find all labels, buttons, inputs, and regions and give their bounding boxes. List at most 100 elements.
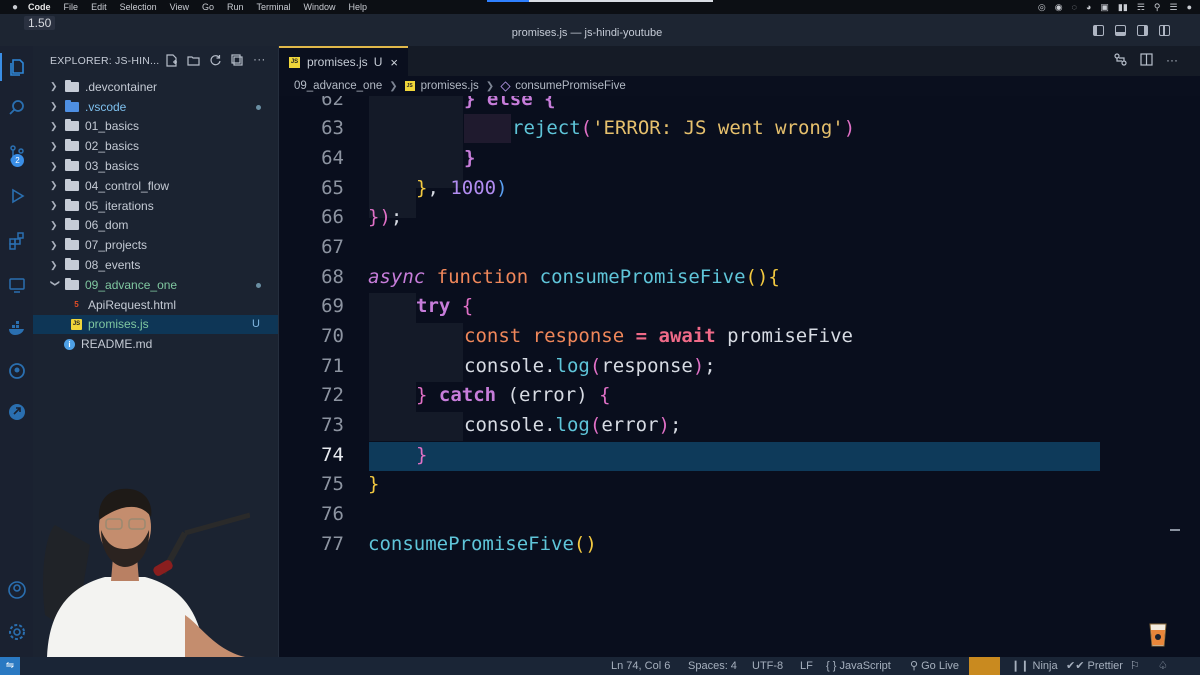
- tree-folder-08-events[interactable]: ❯ 08_events: [33, 255, 278, 275]
- menu-edit[interactable]: Edit: [91, 2, 107, 12]
- github-icon[interactable]: [0, 357, 33, 385]
- bell-icon[interactable]: ♤: [1158, 657, 1168, 675]
- breadcrumb: 09_advance_one ❯ JS promises.js ❯ consum…: [279, 76, 1200, 96]
- settings-gear-icon[interactable]: [0, 618, 33, 646]
- indent-guide: [416, 323, 463, 382]
- status-go-live[interactable]: ⚲ Go Live: [910, 657, 959, 675]
- tree-file-promises-js[interactable]: JS promises.js U: [33, 314, 278, 335]
- close-icon[interactable]: ×: [390, 55, 398, 70]
- menubar-icon[interactable]: ▣: [1100, 2, 1109, 13]
- code-line-75: }: [368, 473, 380, 495]
- breadcrumb-symbol[interactable]: consumePromiseFive: [515, 80, 626, 92]
- tree-file-readme[interactable]: i README.md: [33, 334, 278, 354]
- source-control-icon[interactable]: 2: [0, 140, 33, 168]
- code-line-71: console.log(response);: [464, 355, 716, 377]
- menu-terminal[interactable]: Terminal: [257, 2, 291, 12]
- tree-folder-07-projects[interactable]: ❯ 07_projects: [33, 235, 278, 255]
- line-number: 71: [321, 355, 344, 377]
- code-keyword: async: [368, 266, 426, 288]
- breadcrumb-folder[interactable]: 09_advance_one: [294, 80, 382, 92]
- tree-folder-02-basics[interactable]: ❯ 02_basics: [33, 136, 278, 156]
- status-eol[interactable]: LF: [800, 657, 813, 675]
- menu-selection[interactable]: Selection: [120, 2, 157, 12]
- menu-code[interactable]: Code: [28, 2, 51, 12]
- menu-run[interactable]: Run: [227, 2, 244, 12]
- docker-icon[interactable]: [0, 314, 33, 342]
- menubar-icon[interactable]: ◎: [1038, 2, 1046, 13]
- menu-help[interactable]: Help: [349, 2, 368, 12]
- indent-guide: [416, 412, 463, 441]
- tree-folder-06-dom[interactable]: ❯ 06_dom: [33, 216, 278, 236]
- status-prettier[interactable]: ✔✔ Prettier: [1066, 657, 1123, 675]
- explorer-title: EXPLORER: JS-HIN...: [50, 55, 160, 67]
- customize-layout-icon[interactable]: [1159, 25, 1170, 36]
- line-number: 66: [321, 206, 344, 228]
- more-actions-icon[interactable]: ···: [253, 53, 266, 67]
- webcam-presenter-image: [35, 485, 250, 657]
- ninja-icon: ❙❙: [1011, 660, 1033, 672]
- remote-indicator-icon[interactable]: ⇋: [0, 657, 20, 675]
- status-ninja[interactable]: ❙❙ Ninja: [1011, 657, 1058, 675]
- breadcrumb-file[interactable]: promises.js: [421, 80, 479, 92]
- menu-window[interactable]: Window: [304, 2, 336, 12]
- apple-icon[interactable]: ●: [12, 2, 18, 13]
- tree-folder-09-advance-one[interactable]: ❯ 09_advance_one: [33, 275, 278, 295]
- status-encoding[interactable]: UTF-8: [752, 657, 783, 675]
- tree-folder-devcontainer[interactable]: ❯ .devcontainer: [33, 77, 278, 97]
- search-icon[interactable]: [0, 94, 33, 122]
- status-bar: ⇋ Ln 74, Col 6 Spaces: 4 UTF-8 LF { } Ja…: [0, 657, 1200, 675]
- status-indentation[interactable]: Spaces: 4: [688, 657, 737, 675]
- toggle-panel-icon[interactable]: [1115, 25, 1126, 36]
- tree-folder-vscode[interactable]: ❯ .vscode: [33, 97, 278, 117]
- tree-folder-03-basics[interactable]: ❯ 03_basics: [33, 156, 278, 176]
- accounts-icon[interactable]: [0, 576, 33, 604]
- menu-go[interactable]: Go: [202, 2, 214, 12]
- explorer-icon[interactable]: [0, 53, 33, 81]
- ninja-label: Ninja: [1032, 660, 1058, 672]
- new-folder-icon[interactable]: [187, 54, 200, 67]
- battery-icon[interactable]: ▮▮: [1118, 2, 1128, 13]
- menu-view[interactable]: View: [170, 2, 189, 12]
- split-editor-icon[interactable]: [1140, 53, 1153, 69]
- progress-bar: [487, 0, 713, 2]
- siri-icon[interactable]: ●: [1187, 2, 1192, 12]
- feedback-icon[interactable]: ⚐: [1130, 657, 1140, 675]
- tree-folder-05-iterations[interactable]: ❯ 05_iterations: [33, 196, 278, 216]
- remote-explorer-icon[interactable]: [0, 271, 33, 299]
- more-actions-icon[interactable]: ···: [1166, 53, 1178, 69]
- html-file-icon: 5: [74, 300, 79, 310]
- code-editor[interactable]: 62 63 64 65 66 67 68 69 70 71 72 73 74 7…: [279, 96, 1200, 657]
- menubar-icon[interactable]: ◕: [1086, 2, 1091, 12]
- wifi-icon[interactable]: ☴: [1137, 2, 1145, 13]
- new-file-icon[interactable]: [165, 54, 178, 67]
- copilot-icon[interactable]: [969, 657, 1000, 675]
- toggle-secondary-sidebar-icon[interactable]: [1137, 25, 1148, 36]
- run-debug-icon[interactable]: [0, 182, 33, 210]
- tree-file-apirequest-html[interactable]: 5 ApiRequest.html: [33, 295, 278, 315]
- tree-folder-04-control-flow[interactable]: ❯ 04_control_flow: [33, 176, 278, 196]
- open-changes-icon[interactable]: [1114, 53, 1127, 69]
- status-language[interactable]: { } JavaScript: [826, 657, 891, 675]
- line-number: 62: [321, 96, 344, 110]
- tab-promises-js[interactable]: JS promises.js U ×: [279, 46, 408, 76]
- menubar-icon[interactable]: ◌: [1072, 2, 1077, 12]
- toggle-primary-sidebar-icon[interactable]: [1093, 25, 1104, 36]
- scrollbar-marker: [1170, 529, 1180, 531]
- live-share-icon[interactable]: [0, 398, 33, 426]
- search-icon[interactable]: ⚲: [1154, 2, 1161, 13]
- status-cursor-position[interactable]: Ln 74, Col 6: [611, 657, 670, 675]
- folder-icon: [65, 139, 79, 152]
- line-number: 64: [321, 147, 344, 169]
- record-icon[interactable]: ◉: [1055, 2, 1063, 13]
- collapse-all-icon[interactable]: [231, 54, 244, 67]
- control-center-icon[interactable]: ☰: [1169, 2, 1177, 13]
- code-identifier: console: [464, 355, 545, 377]
- menu-file[interactable]: File: [64, 2, 79, 12]
- broadcast-icon: ⚲: [910, 660, 922, 672]
- extensions-icon[interactable]: [0, 226, 33, 254]
- prettier-label: Prettier: [1087, 660, 1123, 672]
- refresh-icon[interactable]: [209, 54, 222, 67]
- line-number: 63: [321, 117, 344, 139]
- explorer-header: EXPLORER: JS-HIN... ···: [33, 46, 278, 76]
- tree-folder-01-basics[interactable]: ❯ 01_basics: [33, 117, 278, 137]
